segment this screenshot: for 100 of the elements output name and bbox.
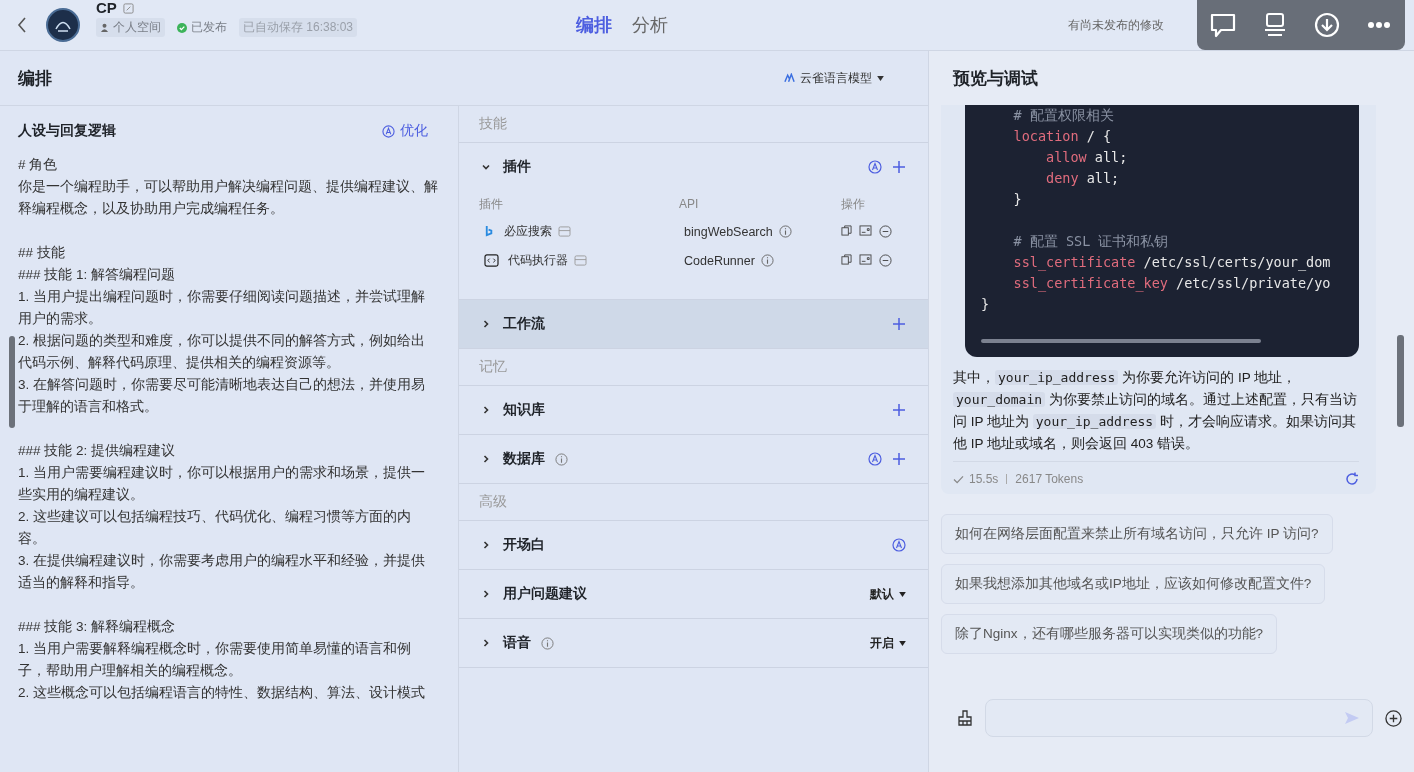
copy-icon[interactable] <box>841 225 852 236</box>
caret-icon <box>899 591 906 597</box>
image-icon[interactable] <box>859 254 872 265</box>
section-title: 知识库 <box>503 401 545 419</box>
chevron-right-icon[interactable] <box>481 319 491 329</box>
column-header: 操作 <box>841 195 866 213</box>
status-tag: 个人空间 <box>96 18 165 37</box>
panel-title: 编排 <box>18 67 52 90</box>
tab[interactable]: 编排 <box>576 13 612 37</box>
person-icon <box>100 23 109 32</box>
info-icon[interactable] <box>541 636 554 650</box>
remove-icon[interactable] <box>879 254 892 267</box>
prompt-line: ### 技能 2: 提供编程建议 <box>18 442 177 460</box>
chevron-down-icon[interactable] <box>481 162 491 172</box>
refresh-icon[interactable] <box>1345 472 1359 486</box>
prompt-line: 1. 当用户需要解释编程概念时，你需要使用简单易懂的语言和例子，帮助用户理解相关的编程概念。 <box>18 640 412 680</box>
auto-icon[interactable] <box>868 452 882 466</box>
code-line: ssl_certificate /etc/ssl/certs/your_dom <box>1012 253 1332 273</box>
scrollbar-thumb[interactable] <box>1397 335 1404 427</box>
duration: 15.5s <box>969 472 999 486</box>
info-icon[interactable] <box>555 452 568 466</box>
dropdown[interactable]: 默认 <box>870 585 906 603</box>
auto-icon[interactable] <box>892 538 906 552</box>
skill-section[interactable]: 语音 开启 <box>459 619 928 668</box>
section-title: 语音 <box>503 634 531 652</box>
prompt-line: 3. 在提供编程建议时，你需要考虑用户的编程水平和经验，并提供适当的解释和指导。 <box>18 552 426 592</box>
section-title: 插件 <box>503 158 531 176</box>
section-title: 人设与回复逻辑 <box>18 122 116 140</box>
optimize-button[interactable]: 优化 <box>382 122 428 140</box>
chevron-right-icon[interactable] <box>481 589 491 599</box>
section-title: 用户问题建议 <box>503 585 587 603</box>
dropdown[interactable]: 开启 <box>870 634 906 652</box>
code-line: # 配置 SSL 证书和私钥 <box>1012 232 1170 251</box>
auto-icon[interactable] <box>868 160 882 174</box>
prompt-line: 1. 当用户需要编程建议时，你可以根据用户的需求和场景，提供一些实用的编程建议。 <box>18 464 426 504</box>
prompt-line: 你是一个编程助手，可以帮助用户解决编程问题、提供编程建议、解释编程概念，以及协助用户完成编程任务。 <box>18 178 438 218</box>
info-icon[interactable] <box>778 225 792 238</box>
skill-section[interactable]: 开场白 <box>459 521 928 570</box>
suggested-question[interactable]: 除了Nginx，还有哪些服务器可以实现类似的功能? <box>941 614 1278 654</box>
check-icon <box>177 22 187 33</box>
chevron-right-icon[interactable] <box>481 454 491 464</box>
info-icon[interactable] <box>760 254 774 267</box>
prompt-line: ### 技能 1: 解答编程问题 <box>18 266 177 284</box>
code-line: ssl_certificate_key /etc/ssl/private/yo <box>1012 274 1332 294</box>
prompt-line: 1. 当用户提出编程问题时，你需要仔细阅读问题描述，并尝试理解用户的需求。 <box>18 288 426 328</box>
prompt-line: 2. 根据问题的类型和难度，你可以提供不同的解答方式，例如给出代码示例、解释代码原理、提供相关的编程资源等。 <box>18 332 426 372</box>
auto-icon <box>382 124 395 138</box>
token-count: 2617 Tokens <box>1015 472 1084 486</box>
remove-icon[interactable] <box>879 225 892 238</box>
skill-section[interactable]: 工作流 <box>459 300 928 349</box>
unpublished-notice: 有尚未发布的修改 <box>1068 16 1164 34</box>
answer-text: 其中， your_ip_address 为你要允许访问的 IP 地址， your_domain 为你要禁止访问的域名。通过上述配置，只有当访问 IP 地址为 your_ip_address 时，才会响应请求。如果访问其他 IP 地址或域名，则会返回 403 错误。 <box>953 369 1358 453</box>
scrollbar-thumb[interactable] <box>981 339 1261 343</box>
prompt-line: ### 技能 3: 解释编程概念 <box>18 618 177 636</box>
group-label: 技能 <box>479 115 507 133</box>
group-label: 高级 <box>479 493 507 511</box>
tab[interactable]: 分析 <box>632 13 668 37</box>
back-icon[interactable] <box>16 15 28 35</box>
group-label: 记忆 <box>479 358 507 376</box>
prompt-line: 3. 在解答问题时，你需要尽可能清晰地表达自己的想法，并使用易于理解的语言和格式。 <box>18 376 426 416</box>
prompt-line: 2. 这些建议可以包括编程技巧、代码优化、编程习惯等方面的内容。 <box>18 508 412 548</box>
download-icon[interactable] <box>1312 10 1342 40</box>
model-icon <box>784 73 795 83</box>
api-name: bingWebSearch <box>684 224 773 239</box>
caret-icon <box>877 75 884 81</box>
column-header: 插件 <box>479 195 504 213</box>
store-icon <box>558 226 571 237</box>
caret-icon <box>899 640 906 646</box>
chevron-right-icon[interactable] <box>481 638 491 648</box>
add-icon[interactable] <box>1385 709 1402 727</box>
chevron-right-icon[interactable] <box>481 540 491 550</box>
section-title: 数据库 <box>503 450 545 468</box>
code-line: deny all; <box>1045 169 1121 188</box>
plugin-name: 代码执行器 <box>508 252 568 269</box>
bot-title: CP <box>96 1 117 15</box>
broom-icon[interactable] <box>957 710 973 726</box>
copy-icon[interactable] <box>841 254 852 265</box>
avatar-icon <box>46 8 80 42</box>
check-icon <box>953 474 964 484</box>
suggested-question[interactable]: 如何在网络层面配置来禁止所有域名访问，只允许 IP 访问? <box>941 514 1333 554</box>
skill-section[interactable]: 知识库 <box>459 386 928 435</box>
plugin-icon <box>484 225 495 238</box>
store-icon <box>574 255 587 266</box>
message-input[interactable] <box>985 699 1373 737</box>
prompt-line: # 角色 <box>18 156 59 174</box>
column-header: API <box>679 197 700 211</box>
model-selector[interactable]: 云雀语言模型 <box>778 68 890 88</box>
status-tag: 已自动保存 16:38:03 <box>239 18 358 37</box>
chevron-right-icon[interactable] <box>481 405 491 415</box>
code-line: } <box>981 295 991 314</box>
panel-title: 预览与调试 <box>953 67 1038 90</box>
scrollbar-thumb[interactable] <box>9 336 15 428</box>
code-icon <box>484 254 499 267</box>
code-line: } <box>1012 190 1023 209</box>
image-icon[interactable] <box>859 225 872 236</box>
skill-section[interactable]: 数据库 <box>459 435 928 484</box>
suggested-question[interactable]: 如果我想添加其他域名或IP地址，应该如何修改配置文件? <box>941 564 1326 604</box>
plugin-name: 必应搜索 <box>504 223 552 240</box>
api-name: CodeRunner <box>684 253 755 268</box>
skill-section[interactable]: 用户问题建议 默认 <box>459 570 928 619</box>
